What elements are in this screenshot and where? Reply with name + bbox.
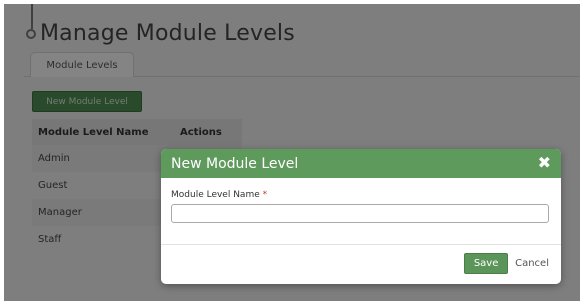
save-button[interactable]: Save — [464, 253, 509, 274]
new-module-level-dialog: New Module Level ✖ Module Level Name * S… — [161, 149, 561, 284]
module-level-name-input[interactable] — [171, 204, 549, 223]
required-marker: * — [262, 190, 268, 200]
dialog-header: New Module Level ✖ — [161, 149, 561, 178]
dialog-title: New Module Level — [171, 155, 299, 172]
module-level-name-label: Module Level Name * — [171, 190, 551, 200]
cancel-link[interactable]: Cancel — [515, 258, 549, 269]
dialog-body: Module Level Name * — [161, 178, 561, 232]
field-label-text: Module Level Name — [171, 190, 260, 200]
dialog-footer: Save Cancel — [464, 253, 549, 274]
close-icon[interactable]: ✖ — [538, 153, 551, 173]
dialog-footer-divider — [161, 244, 561, 245]
